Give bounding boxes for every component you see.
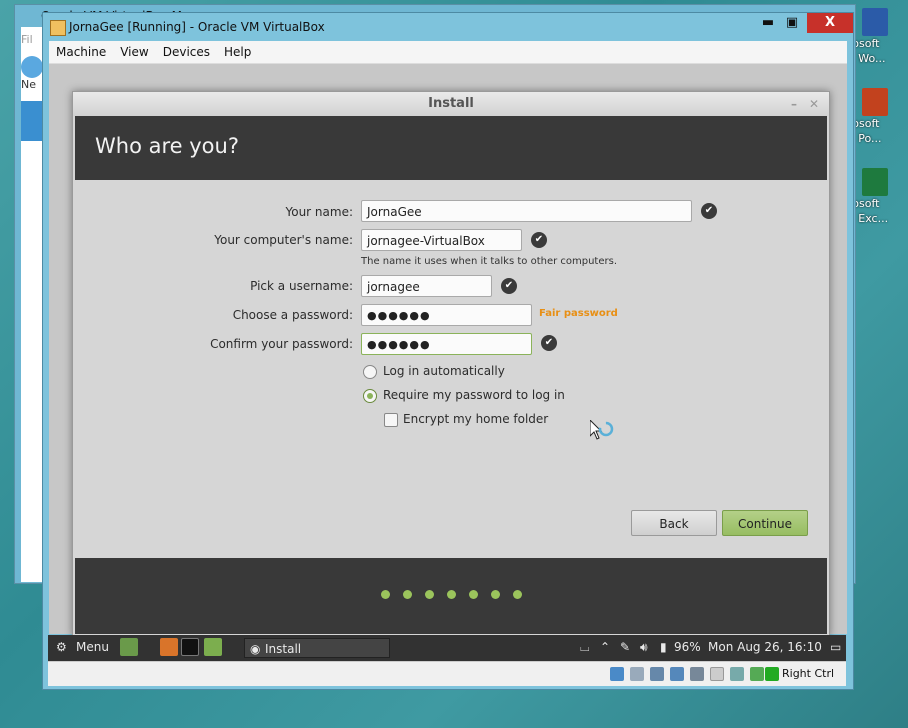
- mouse-integration-icon[interactable]: [765, 667, 779, 681]
- busy-cursor-icon: [590, 420, 614, 440]
- firefox-icon[interactable]: [160, 638, 178, 656]
- battery-icon[interactable]: ▮: [660, 640, 667, 654]
- usb-icon[interactable]: [650, 667, 664, 681]
- workspace-icon[interactable]: ▭: [830, 640, 841, 654]
- name-field[interactable]: JornaGee: [361, 200, 692, 222]
- desktop-icon-label: rosoft: [848, 197, 880, 210]
- name-valid-icon: ✔: [701, 203, 717, 219]
- vm-window-title: JornaGee [Running] - Oracle VM VirtualBo…: [69, 20, 325, 34]
- username-valid-icon: ✔: [501, 278, 517, 294]
- shared-folders-icon[interactable]: [690, 667, 704, 681]
- progress-dot: [491, 590, 500, 599]
- dialog-close-icon[interactable]: ✕: [809, 92, 819, 116]
- desktop-icon-label: e Wo...: [848, 52, 886, 65]
- confirm-password-field[interactable]: ●●●●●●: [361, 333, 532, 355]
- computer-name-field[interactable]: jornagee-VirtualBox: [361, 229, 522, 251]
- menu-view[interactable]: View: [113, 41, 155, 63]
- taskbar-install-item[interactable]: ◉ Install: [244, 638, 390, 658]
- dialog-header: Who are you?: [75, 116, 827, 180]
- progress-dot: [469, 590, 478, 599]
- menu-gear-icon[interactable]: ⚙: [56, 640, 67, 654]
- confirm-password-valid-icon: ✔: [541, 335, 557, 351]
- virtualbox-logo-icon: [50, 20, 66, 36]
- install-app-icon: ◉: [250, 642, 261, 656]
- maximize-button[interactable]: ▣: [779, 13, 805, 33]
- computer-name-valid-icon: ✔: [531, 232, 547, 248]
- desktop-icon-excel[interactable]: rosoft e Exc...: [848, 168, 908, 226]
- progress-dot: [447, 590, 456, 599]
- require-password-radio[interactable]: [363, 389, 377, 403]
- password-label: Choose a password:: [232, 308, 353, 322]
- menu-devices[interactable]: Devices: [156, 41, 217, 63]
- hard-disk-icon[interactable]: [610, 667, 624, 681]
- progress-dot: [403, 590, 412, 599]
- require-password-label[interactable]: Require my password to log in: [383, 388, 565, 402]
- encrypt-home-checkbox[interactable]: [384, 413, 398, 427]
- encrypt-home-label[interactable]: Encrypt my home folder: [403, 412, 548, 426]
- video-capture-icon[interactable]: [730, 667, 744, 681]
- menu-help[interactable]: Help: [217, 41, 258, 63]
- powerpoint-icon: [862, 88, 888, 116]
- dialog-minimize-icon[interactable]: –: [791, 92, 797, 116]
- desktop-icon-label: e Exc...: [848, 212, 889, 225]
- vm-menubar: Machine View Devices Help: [49, 41, 847, 64]
- excel-icon: [862, 168, 888, 196]
- dialog-title: Install: [428, 96, 474, 111]
- auto-login-radio[interactable]: [363, 365, 377, 379]
- virtualization-icon[interactable]: [750, 667, 764, 681]
- page-heading: Who are you?: [95, 134, 239, 158]
- menu-machine[interactable]: Machine: [49, 41, 113, 63]
- keyboard-icon[interactable]: ⌴: [580, 640, 590, 655]
- tray-up-icon[interactable]: ⌃: [600, 640, 610, 654]
- computer-name-label: Your computer's name:: [214, 233, 353, 247]
- confirm-password-label: Confirm your password:: [210, 337, 353, 351]
- continue-button[interactable]: Continue: [722, 510, 808, 536]
- network-icon[interactable]: ✎: [620, 640, 630, 654]
- start-menu-label[interactable]: Menu: [76, 640, 109, 654]
- show-desktop-icon[interactable]: [120, 638, 138, 656]
- close-button[interactable]: X: [807, 13, 853, 33]
- desktop-icon-powerpoint[interactable]: rosoft e Po...: [848, 88, 908, 146]
- clock[interactable]: Mon Aug 26, 16:10: [708, 640, 822, 654]
- username-field[interactable]: jornagee: [361, 275, 492, 297]
- display-icon[interactable]: [710, 667, 724, 681]
- progress-dot: [513, 590, 522, 599]
- computer-name-hint: The name it uses when it talks to other …: [361, 256, 618, 267]
- minimize-button[interactable]: ▬: [755, 13, 781, 33]
- auto-login-label[interactable]: Log in automatically: [383, 364, 505, 378]
- progress-footer: [75, 558, 827, 634]
- taskbar-install-label: Install: [265, 642, 302, 656]
- host-key-label: Right Ctrl: [782, 667, 835, 680]
- progress-dot: [425, 590, 434, 599]
- word-icon: [862, 8, 888, 36]
- password-strength: Fair password: [539, 308, 618, 319]
- install-dialog[interactable]: Install – ✕ Who are you? Your name: Jorn…: [72, 91, 830, 637]
- back-button[interactable]: Back: [631, 510, 717, 536]
- password-field[interactable]: ●●●●●●: [361, 304, 532, 326]
- new-vm-icon[interactable]: [21, 56, 43, 78]
- name-label: Your name:: [285, 205, 353, 219]
- username-label: Pick a username:: [250, 279, 353, 293]
- volume-icon[interactable]: 🔊︎: [640, 640, 648, 655]
- dialog-titlebar[interactable]: Install – ✕: [73, 92, 829, 116]
- terminal-icon[interactable]: [181, 638, 199, 656]
- optical-drive-icon[interactable]: [630, 667, 644, 681]
- vm-statusbar: Right Ctrl: [48, 661, 846, 686]
- desktop-icon-label: rosoft: [848, 37, 880, 50]
- battery-percent: 96%: [674, 640, 701, 654]
- desktop-icon-word[interactable]: rosoft e Wo...: [848, 8, 908, 66]
- files-icon[interactable]: [204, 638, 222, 656]
- progress-dot: [381, 590, 390, 599]
- vm-titlebar[interactable]: JornaGee [Running] - Oracle VM VirtualBo…: [43, 13, 853, 43]
- guest-taskbar: ⚙ Menu ◉ Install ⌴ ⌃ ✎ 🔊︎ ▮ 96% Mon Aug …: [48, 635, 846, 661]
- desktop-icon-label: e Po...: [848, 132, 882, 145]
- desktop-icon-label: rosoft: [848, 117, 880, 130]
- network-adapter-icon[interactable]: [670, 667, 684, 681]
